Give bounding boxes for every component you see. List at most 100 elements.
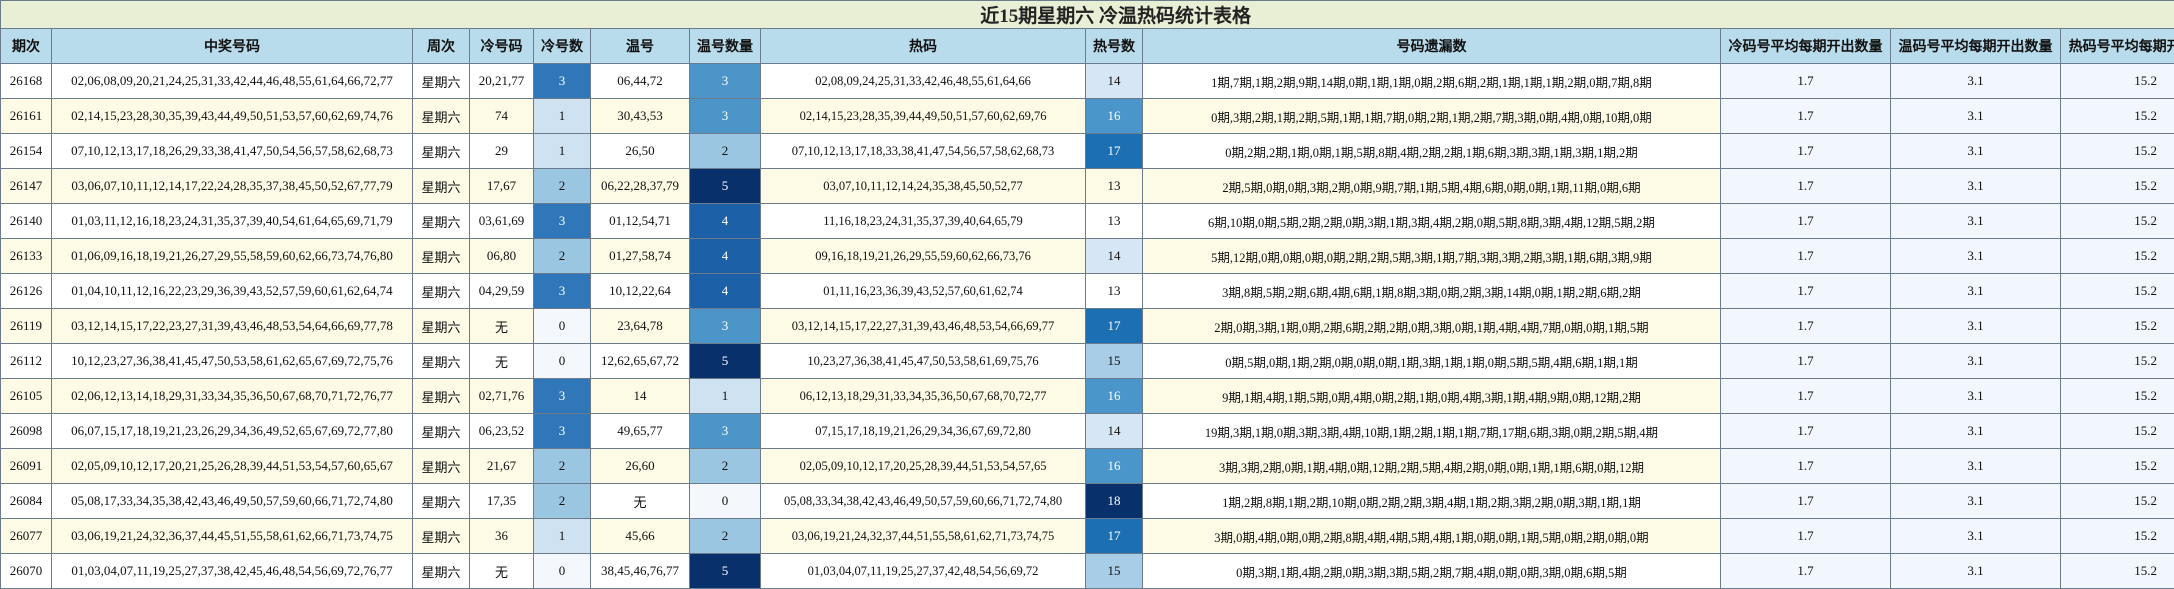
title-row: 近15期星期六 冷温热码统计表格 [0,0,2174,29]
avg-cold-cell: 1.7 [1720,553,1891,589]
avg-hot-cell: 15.2 [2059,413,2174,449]
avg-warm-cell: 3.1 [1890,203,2061,239]
table-row: 26154 07,10,12,13,17,18,26,29,33,38,41,47… [0,133,2174,169]
avg-cold-cell: 1.7 [1720,518,1891,554]
numbers-cell: 02,06,12,13,14,18,29,31,33,34,35,36,50,6… [51,378,413,414]
miss-cell: 0期,5期,0期,1期,2期,0期,0期,0期,1期,3期,1期,1期,0期,5… [1142,343,1721,379]
numbers-cell: 03,06,19,21,24,32,36,37,44,45,51,55,58,6… [51,518,413,554]
avg-hot-cell: 15.2 [2059,483,2174,519]
header-warm-count: 温号数量 [689,28,761,64]
hot-numbers-cell: 02,05,09,10,12,17,20,25,28,39,44,51,53,5… [760,448,1086,484]
cold-count-cell: 0 [533,308,591,344]
miss-cell: 5期,12期,0期,0期,0期,0期,2期,2期,5期,3期,1期,7期,3期,… [1142,238,1721,274]
avg-cold-cell: 1.7 [1720,203,1891,239]
miss-cell: 3期,0期,4期,0期,0期,2期,8期,4期,4期,5期,4期,1期,0期,0… [1142,518,1721,554]
period-cell: 26154 [0,133,52,169]
cold-numbers-cell: 21,67 [469,448,534,484]
cold-numbers-cell: 03,61,69 [469,203,534,239]
cold-count-cell: 3 [533,378,591,414]
numbers-cell: 02,14,15,23,28,30,35,39,43,44,49,50,51,5… [51,98,413,134]
numbers-cell: 02,05,09,10,12,17,20,21,25,26,28,39,44,5… [51,448,413,484]
hot-numbers-cell: 03,06,19,21,24,32,37,44,51,55,58,61,62,7… [760,518,1086,554]
hot-numbers-cell: 02,14,15,23,28,35,39,44,49,50,51,57,60,6… [760,98,1086,134]
numbers-cell: 01,04,10,11,12,16,22,23,29,36,39,43,52,5… [51,273,413,309]
warm-numbers-cell: 14 [590,378,690,414]
avg-warm-cell: 3.1 [1890,448,2061,484]
cold-numbers-cell: 17,35 [469,483,534,519]
avg-hot-cell: 15.2 [2059,98,2174,134]
avg-warm-cell: 3.1 [1890,238,2061,274]
cold-count-cell: 1 [533,133,591,169]
miss-cell: 6期,10期,0期,5期,2期,2期,0期,3期,1期,3期,4期,2期,0期,… [1142,203,1721,239]
header-cold: 冷号码 [469,28,534,64]
hot-count-cell: 17 [1085,518,1143,554]
warm-numbers-cell: 26,50 [590,133,690,169]
warm-count-cell: 3 [689,63,761,99]
week-cell: 星期六 [412,238,470,274]
avg-cold-cell: 1.7 [1720,448,1891,484]
numbers-cell: 03,06,07,10,11,12,14,17,22,24,28,35,37,3… [51,168,413,204]
header-cold-count: 冷号数 [533,28,591,64]
table-row: 26098 06,07,15,17,18,19,21,23,26,29,34,36… [0,413,2174,449]
cold-numbers-cell: 29 [469,133,534,169]
avg-hot-cell: 15.2 [2059,63,2174,99]
period-cell: 26161 [0,98,52,134]
cold-count-cell: 3 [533,413,591,449]
cold-count-cell: 2 [533,483,591,519]
hot-count-cell: 18 [1085,483,1143,519]
period-cell: 26147 [0,168,52,204]
warm-count-cell: 3 [689,413,761,449]
cold-count-cell: 1 [533,518,591,554]
avg-hot-cell: 15.2 [2059,343,2174,379]
hot-numbers-cell: 10,23,27,36,38,41,45,47,50,53,58,61,69,7… [760,343,1086,379]
hot-numbers-cell: 03,12,14,15,17,22,27,31,39,43,46,48,53,5… [760,308,1086,344]
cold-numbers-cell: 06,80 [469,238,534,274]
week-cell: 星期六 [412,448,470,484]
warm-count-cell: 4 [689,238,761,274]
hot-count-cell: 16 [1085,378,1143,414]
avg-hot-cell: 15.2 [2059,378,2174,414]
header-week: 周次 [412,28,470,64]
period-cell: 26119 [0,308,52,344]
warm-numbers-cell: 30,43,53 [590,98,690,134]
table-row: 26126 01,04,10,11,12,16,22,23,29,36,39,43… [0,273,2174,309]
numbers-cell: 03,12,14,15,17,22,23,27,31,39,43,46,48,5… [51,308,413,344]
warm-numbers-cell: 23,64,78 [590,308,690,344]
table-row: 26070 01,03,04,07,11,19,25,27,37,38,42,45… [0,553,2174,589]
header-warm: 温号 [590,28,690,64]
warm-numbers-cell: 38,45,46,76,77 [590,553,690,589]
avg-warm-cell: 3.1 [1890,413,2061,449]
warm-numbers-cell: 01,27,58,74 [590,238,690,274]
week-cell: 星期六 [412,553,470,589]
cold-numbers-cell: 无 [469,308,534,344]
hot-count-cell: 17 [1085,308,1143,344]
table-title: 近15期星期六 冷温热码统计表格 [0,0,2174,29]
period-cell: 26112 [0,343,52,379]
avg-hot-cell: 15.2 [2059,238,2174,274]
avg-warm-cell: 3.1 [1890,308,2061,344]
avg-warm-cell: 3.1 [1890,63,2061,99]
header-hot: 热码 [760,28,1086,64]
cold-count-cell: 1 [533,98,591,134]
numbers-cell: 01,03,11,12,16,18,23,24,31,35,37,39,40,5… [51,203,413,239]
warm-count-cell: 2 [689,133,761,169]
miss-cell: 0期,3期,2期,1期,2期,5期,1期,1期,7期,0期,2期,1期,2期,7… [1142,98,1721,134]
miss-cell: 3期,8期,5期,2期,6期,4期,6期,1期,8期,3期,0期,2期,3期,1… [1142,273,1721,309]
numbers-cell: 01,03,04,07,11,19,25,27,37,38,42,45,46,4… [51,553,413,589]
avg-cold-cell: 1.7 [1720,133,1891,169]
miss-cell: 19期,3期,1期,0期,3期,3期,4期,10期,1期,2期,1期,1期,7期… [1142,413,1721,449]
miss-cell: 1期,7期,1期,2期,9期,14期,0期,1期,1期,0期,2期,6期,2期,… [1142,63,1721,99]
table-row: 26084 05,08,17,33,34,35,38,42,43,46,49,50… [0,483,2174,519]
miss-cell: 1期,2期,8期,1期,2期,10期,0期,2期,2期,3期,4期,1期,2期,… [1142,483,1721,519]
avg-hot-cell: 15.2 [2059,273,2174,309]
warm-count-cell: 4 [689,273,761,309]
table-row: 26161 02,14,15,23,28,30,35,39,43,44,49,50… [0,98,2174,134]
period-cell: 26070 [0,553,52,589]
week-cell: 星期六 [412,483,470,519]
table-row: 26119 03,12,14,15,17,22,23,27,31,39,43,46… [0,308,2174,344]
warm-count-cell: 1 [689,378,761,414]
cold-count-cell: 2 [533,168,591,204]
week-cell: 星期六 [412,203,470,239]
week-cell: 星期六 [412,63,470,99]
avg-warm-cell: 3.1 [1890,553,2061,589]
